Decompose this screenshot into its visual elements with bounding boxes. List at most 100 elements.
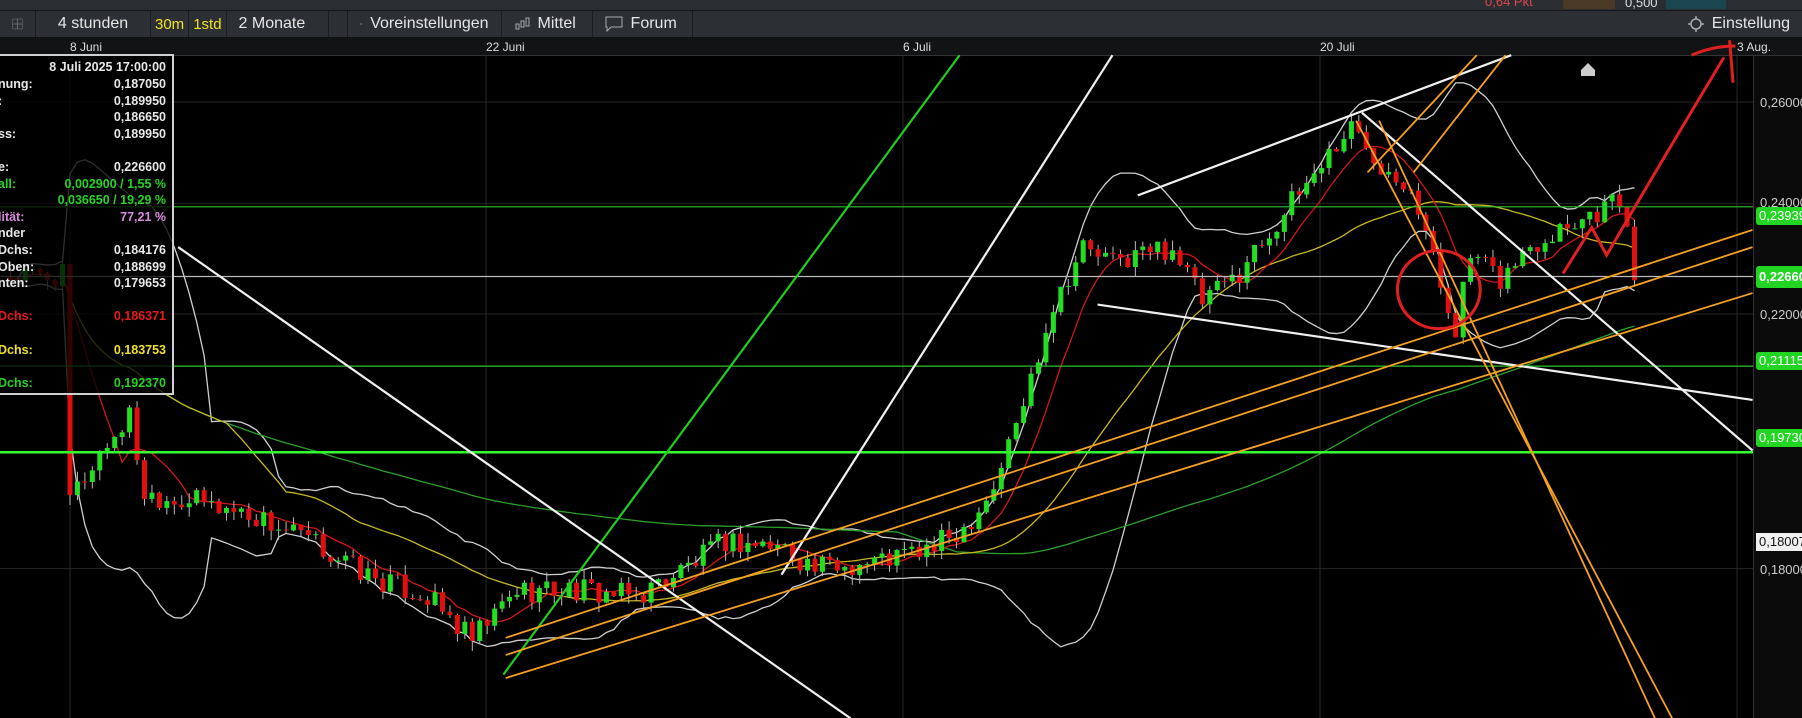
candle-body <box>97 452 103 471</box>
current-price-badge: 0,22660 <box>1756 266 1802 288</box>
candle-body <box>395 574 401 576</box>
tooltip-value: 0,184176 <box>113 243 166 257</box>
candle-body <box>343 555 349 561</box>
tooltip-row <box>0 359 166 375</box>
candle-body <box>194 490 200 504</box>
candle-body <box>514 594 520 597</box>
tooltip-row <box>0 293 166 309</box>
candle-body <box>1095 249 1101 257</box>
candle-body <box>1274 231 1280 239</box>
candle-body <box>209 501 215 503</box>
bollinger-lower <box>10 230 1635 648</box>
candle-body <box>1341 138 1347 152</box>
candle-body <box>1028 373 1034 407</box>
candle-body <box>976 512 982 530</box>
candle-body <box>1550 241 1556 244</box>
candle-body <box>1140 246 1146 251</box>
candle-body <box>760 541 766 547</box>
tooltip-row: Oben: 0,188699 <box>0 260 166 276</box>
price-chart[interactable] <box>0 0 1802 718</box>
candle-body <box>477 620 483 641</box>
candle-body <box>231 507 237 512</box>
candle-body <box>1065 286 1071 288</box>
candle-body <box>641 595 647 603</box>
price-tick: 0,18000 <box>1760 562 1802 577</box>
candle-body <box>819 556 825 572</box>
tooltip-value: 0,189950 <box>113 126 166 141</box>
candle-body <box>1088 240 1094 250</box>
candle-body <box>1266 238 1272 246</box>
trendline-white <box>1137 54 1512 197</box>
candle-body <box>1505 267 1511 289</box>
candle-body <box>723 533 729 552</box>
candle-body <box>1177 250 1183 266</box>
candle-body <box>462 621 468 634</box>
candle-body <box>715 533 721 542</box>
candle-body <box>1535 247 1541 252</box>
candle-body <box>1542 243 1548 252</box>
candle-body <box>432 592 438 605</box>
candle-body <box>402 574 408 598</box>
tooltip-label: Dchs: <box>0 342 33 357</box>
candle-body <box>1199 278 1205 305</box>
tooltip-row <box>0 326 166 342</box>
candle-body <box>812 558 818 572</box>
tooltip-datetime: 8 Juli 2025 17:00:00 <box>49 60 166 74</box>
price-tick: 0,26000 <box>1760 95 1802 110</box>
candle-body <box>1021 406 1027 424</box>
candle-body <box>1259 244 1265 246</box>
tooltip-row: Dchs: 0,183753 <box>0 343 166 359</box>
candle-body <box>268 512 274 531</box>
candle-body <box>603 591 609 603</box>
candle-body <box>253 519 259 527</box>
candle-body <box>313 534 319 536</box>
candle-body <box>909 546 915 549</box>
chart-marker-icon <box>1581 63 1595 76</box>
candle-body <box>1281 215 1287 232</box>
candle-body <box>1557 223 1563 242</box>
candle-body <box>484 620 490 626</box>
tooltip-label: Dchs: <box>0 309 33 324</box>
candle-body <box>291 524 296 531</box>
candle-body <box>469 621 475 641</box>
candle-body <box>864 563 870 565</box>
candle-body <box>142 460 147 499</box>
candle-body <box>89 470 95 483</box>
candle-body <box>946 529 952 538</box>
candle-body <box>1497 266 1503 289</box>
candle-body <box>410 597 416 600</box>
candle-body <box>708 541 714 545</box>
candle-body <box>1080 240 1086 263</box>
tooltip-label: all: <box>0 176 17 191</box>
tooltip-row: nder <box>0 226 166 242</box>
candle-body <box>1617 194 1623 208</box>
tooltip-label: Dchs: <box>0 243 33 257</box>
candle-body <box>1214 280 1220 291</box>
tooltip-row <box>0 143 166 159</box>
candle-body <box>574 582 580 601</box>
candle-body <box>1579 219 1585 229</box>
tooltip-row: all: 0,002900 / 1,55 % <box>0 177 166 193</box>
annotation-arrow <box>1561 56 1726 275</box>
candle-body <box>1073 262 1079 287</box>
tooltip-label: ss: <box>0 126 17 141</box>
tooltip-row: 0,036650 / 19,29 % <box>0 193 166 209</box>
candle-body <box>440 592 445 612</box>
tooltip-value: 0,002900 / 1,55 % <box>64 176 166 191</box>
candle-body <box>149 492 155 499</box>
tooltip-row: Dchs: 0,184176 <box>0 243 166 259</box>
price-tick: 0,22000 <box>1760 307 1802 322</box>
candle-body <box>916 546 922 558</box>
candle-body <box>1050 312 1056 333</box>
candle-body <box>276 529 282 531</box>
candle-body <box>983 500 989 513</box>
candle-body <box>1602 201 1608 223</box>
candle-body <box>320 534 326 557</box>
candle-body <box>246 508 252 520</box>
candle-body <box>380 578 386 592</box>
candle-body <box>1058 286 1064 313</box>
candle-body <box>551 581 557 596</box>
candle-body <box>1125 257 1131 268</box>
tooltip-row: ss: 0,189950 <box>0 127 166 143</box>
candle-body <box>805 558 811 571</box>
